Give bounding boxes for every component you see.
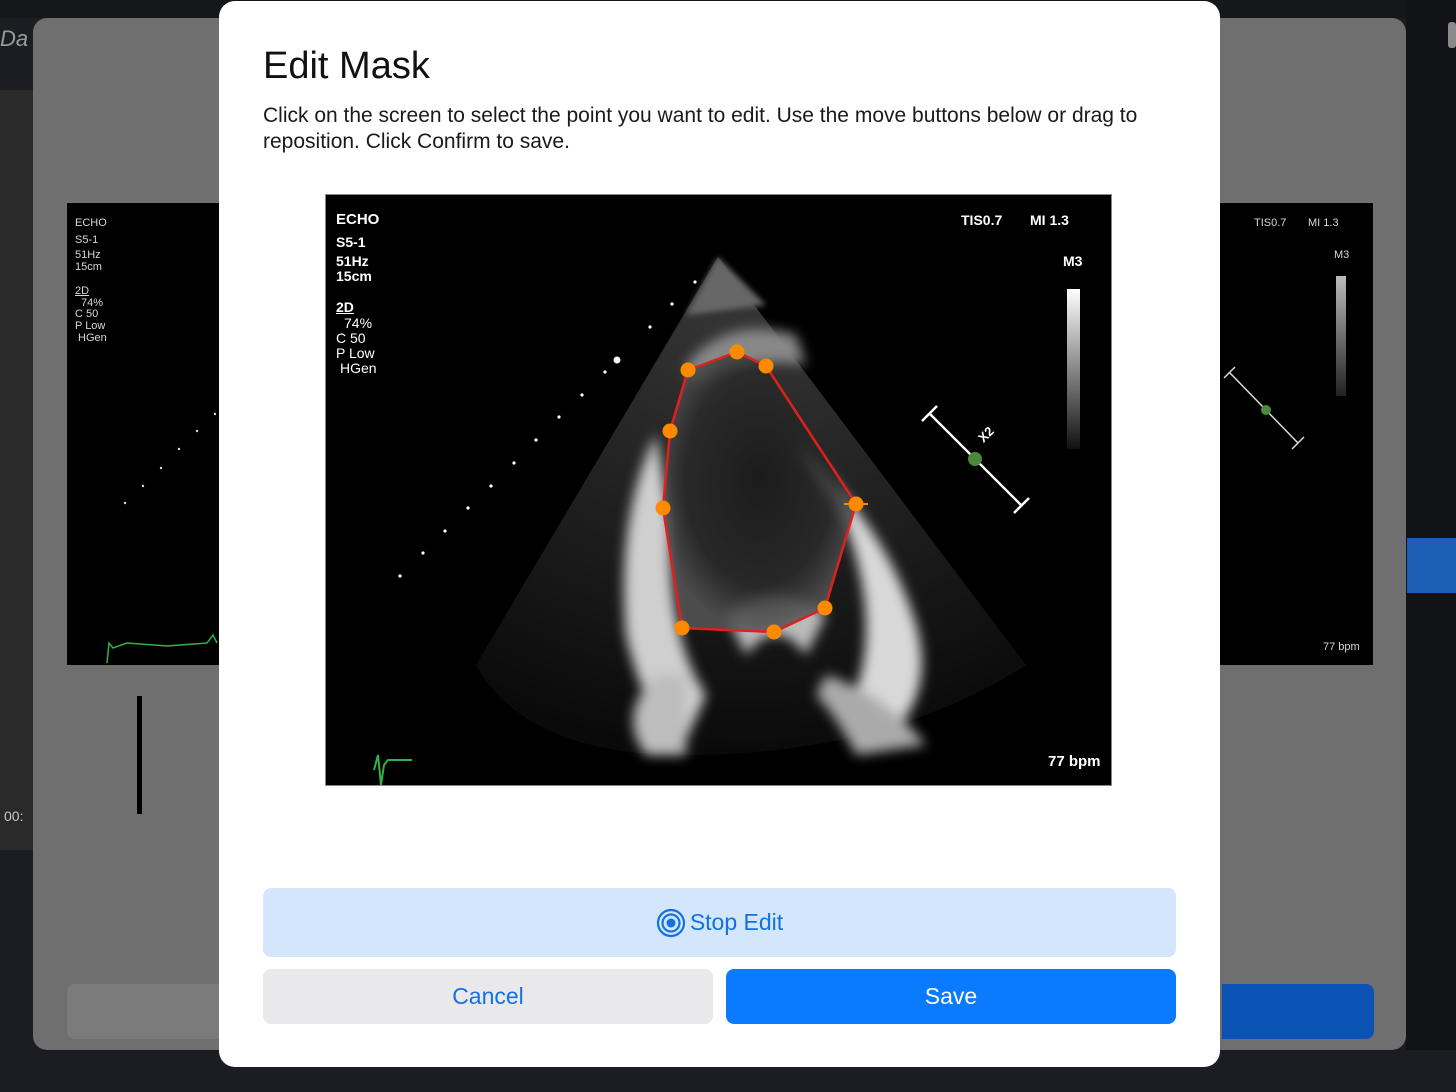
stop-edit-label: Stop Edit — [689, 909, 784, 935]
ecg-trace — [373, 754, 412, 785]
echo-mi: MI 1.3 — [1030, 212, 1069, 228]
echo-depth: 15cm — [336, 268, 372, 284]
echo-heart-rate: 77 bpm — [1048, 753, 1101, 770]
mask-point[interactable] — [655, 500, 671, 516]
target-icon — [656, 908, 686, 938]
mask-point[interactable] — [674, 620, 690, 636]
bg-save-button — [1222, 984, 1374, 1039]
bg-echo-dots — [106, 412, 218, 664]
echo-compress: C 50 — [336, 330, 366, 346]
bg-chart-axis — [137, 696, 142, 814]
echo-imaging: 2D — [336, 299, 354, 315]
echo-tis: TIS0.7 — [961, 212, 1003, 228]
mask-point[interactable] — [817, 600, 833, 616]
mask-point[interactable] — [680, 362, 696, 378]
dialog-title: Edit Mask — [263, 45, 430, 87]
side-strip — [0, 90, 33, 850]
echo-frame-rate: 51Hz — [336, 253, 369, 269]
bg-blue-tab — [1407, 538, 1456, 593]
bg-zoom-marker — [1223, 366, 1305, 450]
mask-point[interactable] — [766, 624, 782, 640]
echo-gain: 74% — [344, 315, 373, 331]
echo-freq: HGen — [340, 360, 377, 376]
cancel-button[interactable]: Cancel — [263, 969, 713, 1024]
edit-mask-dialog: Edit Mask Click on the screen to select … — [219, 1, 1220, 1067]
echo-image-svg[interactable] — [326, 195, 1112, 786]
bg-time-label: 00: — [4, 808, 24, 824]
apex — [686, 257, 766, 315]
stop-edit-button[interactable]: Stop Edit — [263, 888, 1176, 957]
echo-image-canvas[interactable]: ECHO S5-1 51Hz 15cm 2D 74% C 50 P Low HG… — [325, 194, 1112, 786]
lv-cavity — [663, 352, 856, 632]
save-button[interactable]: Save — [726, 969, 1176, 1024]
background-echo-left: ECHO S5-1 51Hz 15cm 2D 74% C 50 P Low HG… — [67, 203, 219, 665]
zoom-marker[interactable] — [921, 405, 1030, 514]
echo-power: P Low — [336, 345, 375, 361]
mask-point[interactable] — [758, 358, 774, 374]
bg-handle — [1448, 22, 1456, 48]
echo-map: M3 — [1063, 253, 1083, 269]
grayscale-bar — [1067, 289, 1080, 449]
mask-point[interactable] — [729, 344, 745, 360]
mask-point[interactable] — [662, 423, 678, 439]
echo-mode: ECHO — [336, 211, 380, 228]
background-echo-right: TIS0.7 MI 1.3 M3 77 bpm — [1220, 203, 1373, 665]
echo-probe: S5-1 — [336, 234, 366, 250]
app-logo: Da — [0, 26, 29, 51]
dialog-instructions: Click on the screen to select the point … — [263, 104, 1138, 153]
bg-cancel-button — [67, 984, 222, 1039]
